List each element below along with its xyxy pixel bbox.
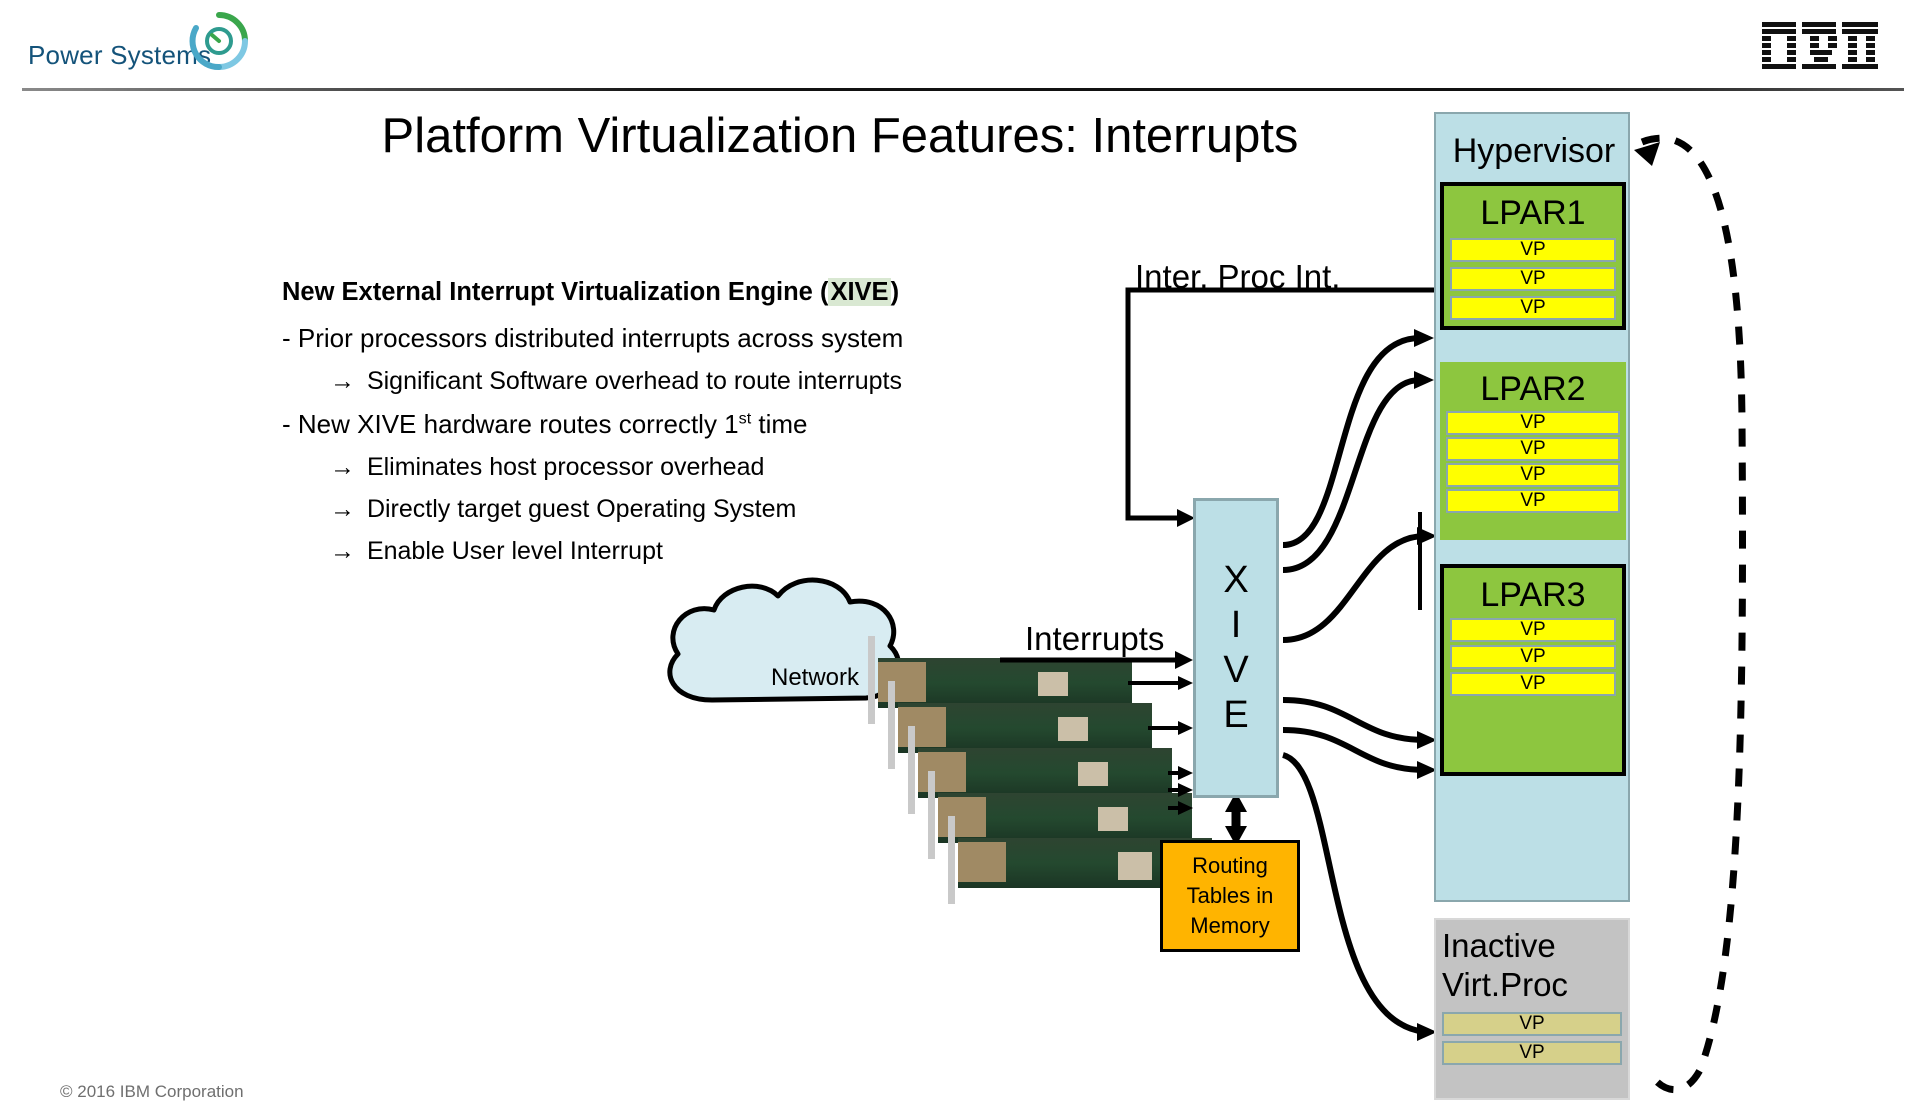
- bullet-text-tail: time: [751, 409, 808, 439]
- xive-letter: E: [1223, 694, 1249, 736]
- vp-slot[interactable]: VP: [1446, 411, 1620, 435]
- vp-slot[interactable]: VP: [1446, 463, 1620, 487]
- routing-line3: Memory: [1190, 913, 1270, 938]
- copyright-footer: © 2016 IBM Corporation: [60, 1082, 244, 1101]
- xive-letter: V: [1223, 649, 1249, 691]
- arrow-marker-icon: →: [330, 453, 355, 481]
- bullet-list: New External Interrupt Virtualization En…: [282, 278, 1102, 579]
- bullet-heading-text: New External Interrupt Virtualization En…: [282, 278, 829, 306]
- vp-slot[interactable]: VP: [1450, 267, 1616, 291]
- bullet-heading-tail: ): [890, 278, 900, 306]
- inter-proc-int-label: Inter. Proc Int.: [1135, 258, 1341, 295]
- bullet-heading: New External Interrupt Virtualization En…: [282, 278, 1102, 307]
- inactive-title-line2: Virt.Proc: [1442, 966, 1568, 1003]
- arrow-marker-icon: →: [330, 495, 355, 523]
- bullet-text: Prior processors distributed interrupts …: [297, 323, 904, 353]
- lpar-block-3[interactable]: LPAR3 VP VP VP: [1440, 564, 1626, 776]
- header-divider: [22, 88, 1904, 91]
- list-item: - New XIVE hardware routes correctly 1st…: [282, 409, 1102, 440]
- hypervisor-label: Hypervisor: [1452, 132, 1616, 170]
- dashed-feedback-path: [1640, 134, 1747, 1093]
- list-item: → Enable User level Interrupt: [330, 537, 1102, 566]
- xive-to-vp-arrows: [1281, 335, 1426, 1035]
- xive-engine-block[interactable]: X I V E: [1193, 498, 1279, 798]
- lpar-title: LPAR3: [1480, 576, 1586, 614]
- list-item: - Prior processors distributed interrupt…: [282, 323, 1102, 354]
- interrupt-arrowhead-top: [1175, 651, 1193, 669]
- vp-slot[interactable]: VP: [1450, 238, 1616, 262]
- bullet-text: Eliminates host processor overhead: [366, 453, 765, 481]
- vp-slot[interactable]: VP: [1450, 296, 1616, 320]
- lpar-block-1[interactable]: LPAR1 VP VP VP: [1440, 182, 1626, 330]
- power-systems-swirl-icon: [188, 10, 250, 72]
- routing-line2: Tables in: [1186, 883, 1274, 908]
- list-item: → Significant Software overhead to route…: [330, 367, 1102, 396]
- xive-letter: X: [1223, 559, 1249, 601]
- interrupts-label: Interrupts: [1025, 620, 1165, 657]
- xive-letter: I: [1230, 604, 1242, 646]
- network-label: Network: [770, 664, 860, 691]
- slide-header: Power Systems: [0, 0, 1926, 92]
- bullet-marker: -: [282, 323, 291, 353]
- bullet-marker: -: [282, 409, 291, 439]
- inter-proc-int-path: [1125, 287, 1434, 521]
- page-title: Platform Virtualization Features: Interr…: [381, 109, 1299, 163]
- arrow-marker-icon: →: [330, 367, 355, 395]
- vp-slot-inactive[interactable]: VP: [1442, 1041, 1622, 1065]
- list-item: → Eliminates host processor overhead: [330, 453, 1102, 482]
- bullet-text: Significant Software overhead to route i…: [366, 367, 902, 395]
- inactive-title-line1: Inactive: [1442, 927, 1556, 964]
- vp-slot[interactable]: VP: [1446, 489, 1620, 513]
- lpar-title: LPAR2: [1480, 370, 1586, 408]
- lpar-block-2[interactable]: LPAR2 VP VP VP VP: [1440, 362, 1626, 540]
- vp-slot[interactable]: VP: [1450, 645, 1616, 669]
- power-systems-brand-label: Power Systems: [28, 40, 212, 70]
- lpar-title: LPAR1: [1480, 194, 1586, 232]
- hypervisor-stack: Hypervisor LPAR1 VP VP VP LPAR2 VP VP VP…: [1434, 112, 1630, 902]
- list-item: → Directly target guest Operating System: [330, 495, 1102, 524]
- arrow-marker-icon: →: [330, 537, 355, 565]
- inactive-virt-proc-block[interactable]: Inactive Virt.Proc VP VP: [1434, 918, 1630, 1100]
- xive-highlight: XIVE: [828, 278, 891, 306]
- vp-slot-inactive[interactable]: VP: [1442, 1012, 1622, 1036]
- routing-line1: Routing: [1192, 853, 1268, 878]
- bullet-text: New XIVE hardware routes correctly 1: [297, 409, 739, 439]
- routing-tables-block[interactable]: Routing Tables in Memory: [1160, 840, 1300, 952]
- ibm-logo: [1762, 22, 1882, 70]
- dashed-feedback-arrowhead: [1634, 142, 1660, 166]
- vp-slot[interactable]: VP: [1446, 437, 1620, 461]
- bullet-text: Enable User level Interrupt: [366, 537, 663, 565]
- adapter-to-xive-arrows: [1128, 681, 1183, 810]
- vp-slot[interactable]: VP: [1450, 672, 1616, 696]
- bullet-text: Directly target guest Operating System: [366, 495, 797, 523]
- vp-slot[interactable]: VP: [1450, 618, 1616, 642]
- adapter-arrowheads: [1178, 676, 1193, 815]
- xive-routing-double-arrow: [1225, 792, 1247, 846]
- bullet-superscript: st: [738, 409, 752, 428]
